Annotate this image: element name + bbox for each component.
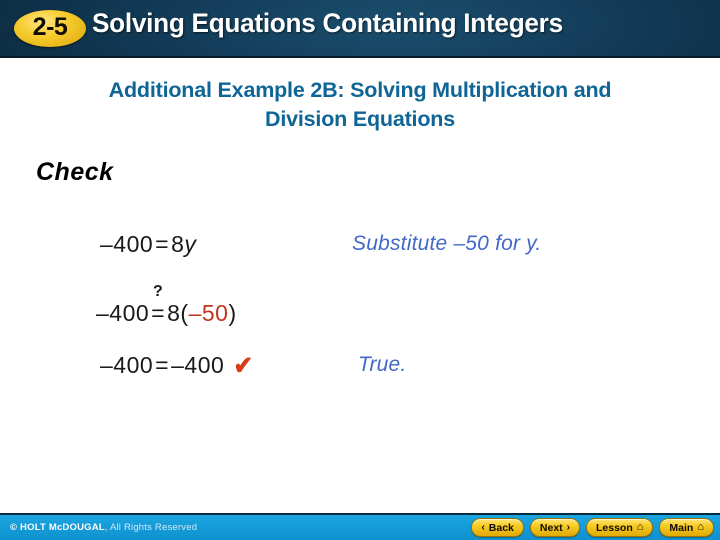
eq2-right-open: 8( xyxy=(167,300,189,326)
home-icon: ⌂ xyxy=(636,521,644,533)
work-area: –400=8y Substitute –50 for y. –400? =8(–5… xyxy=(0,0,720,540)
equation-line-1: –400=8y xyxy=(100,231,196,257)
main-button-label: Main xyxy=(669,521,694,534)
eq2-left: –400 xyxy=(96,300,150,326)
copyright-owner: © HOLT McDOUGAL xyxy=(10,522,105,533)
eq1-right-coefficient: 8 xyxy=(171,231,185,257)
eq1-left: –400 xyxy=(100,231,154,257)
eq3-right: –400 xyxy=(171,352,225,378)
eq1-relation-group: = xyxy=(153,231,171,258)
equation-row: –400=–400 ✔ xyxy=(100,351,254,380)
navigation-buttons: ‹ Back Next › Lesson ⌂ Main ⌂ xyxy=(471,518,714,537)
eq2-substituted-value: –50 xyxy=(188,300,229,326)
slide-footer: © HOLT McDOUGAL, All Rights Reserved ‹ B… xyxy=(0,513,720,540)
eq1-relation: = xyxy=(155,231,170,257)
lesson-button[interactable]: Lesson ⌂ xyxy=(586,518,654,537)
next-button[interactable]: Next › xyxy=(529,518,580,537)
copyright-notice: © HOLT McDOUGAL, All Rights Reserved xyxy=(10,522,197,533)
next-button-label: Next xyxy=(539,521,563,534)
equation-line-2: –400? =8(–50) xyxy=(96,284,237,327)
eq2-relation-group: ? = xyxy=(149,284,167,327)
back-button-label: Back xyxy=(488,521,514,534)
step-note-1: Substitute –50 for y. xyxy=(352,232,542,255)
equation-row: –400? =8(–50) xyxy=(96,284,237,327)
eq3-relation-group: = xyxy=(153,352,171,379)
question-mark-icon: ? xyxy=(153,283,164,300)
lesson-button-label: Lesson xyxy=(596,521,633,534)
eq1-variable: y xyxy=(184,231,197,257)
chevron-left-icon: ‹ xyxy=(481,521,485,533)
chevron-right-icon: › xyxy=(566,521,570,533)
main-button[interactable]: Main ⌂ xyxy=(659,518,714,537)
checkmark-icon: ✔ xyxy=(233,351,254,380)
eq2-relation: = xyxy=(151,300,166,326)
slide-canvas: 2-5 Solving Equations Containing Integer… xyxy=(0,0,720,540)
home-icon: ⌂ xyxy=(697,521,704,533)
equation-line-3: –400=–400 ✔ xyxy=(100,351,254,380)
eq3-left: –400 xyxy=(100,352,154,378)
step-note-3: True. xyxy=(358,353,407,376)
eq3-relation: = xyxy=(155,352,170,378)
copyright-rights: , All Rights Reserved xyxy=(104,522,198,533)
back-button[interactable]: ‹ Back xyxy=(471,518,524,537)
eq2-right-close: ) xyxy=(228,300,237,326)
equation-row: –400=8y xyxy=(100,231,196,258)
